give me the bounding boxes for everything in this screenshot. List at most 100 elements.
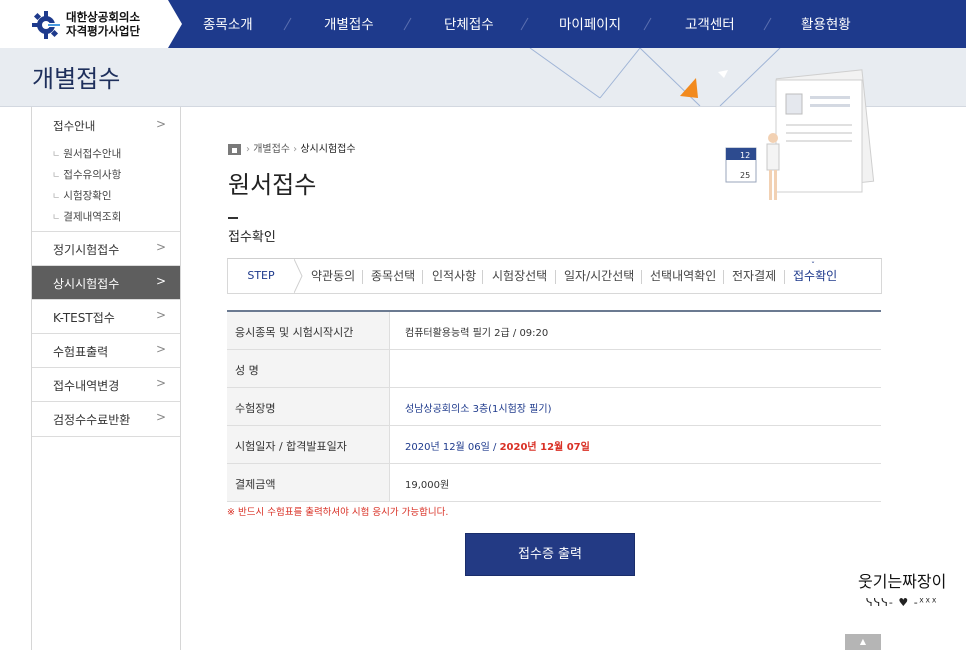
- logo-line-2: 자격평가사업단: [66, 24, 141, 38]
- step-divider: [422, 270, 423, 284]
- title-dash: [228, 217, 238, 219]
- chevron-right-icon: >: [155, 308, 166, 322]
- logo-text: 대한상공회의소 자격평가사업단: [66, 10, 140, 38]
- step-item: 인적사항: [432, 269, 477, 283]
- banner-title: 개별접수: [32, 65, 121, 93]
- svg-text:12: 12: [740, 151, 750, 160]
- logo-notch: [168, 0, 182, 48]
- logo-area[interactable]: 대한상공회의소 자격평가사업단: [0, 0, 168, 48]
- breadcrumb-level-1[interactable]: 개별접수: [253, 144, 290, 155]
- sidebar-sub-item[interactable]: ㄴ 시험장확인: [52, 188, 112, 203]
- home-icon[interactable]: [228, 143, 241, 155]
- chevron-right-icon: >: [155, 342, 166, 356]
- row-value: 컴퓨터활용능력 필기 2급 / 09:20: [405, 328, 549, 339]
- sidebar-sub-item[interactable]: ㄴ 접수유의사항: [52, 167, 121, 182]
- logo-line-1: 대한상공회의소: [66, 10, 141, 24]
- nav-customer-center[interactable]: 고객센터: [685, 0, 735, 48]
- sidebar-item-label: 검정수수료반환: [53, 413, 131, 427]
- sidebar-sub-item[interactable]: ㄴ 원서접수안내: [52, 146, 121, 161]
- left-sidebar: 접수안내 > ㄴ 원서접수안내 ㄴ 접수유의사항 ㄴ 시험장확인 ㄴ 결제내역조회 정기…: [31, 107, 181, 650]
- table-row: 수험장명 성남상공회의소 3층(1시험장 필기): [227, 388, 881, 426]
- current-step-marker-icon: ˇ: [811, 261, 815, 270]
- row-value: 19,000원: [405, 480, 450, 491]
- sub-bullet-icon: ㄴ: [52, 171, 61, 181]
- nav-separator: [643, 17, 652, 31]
- step-label: STEP: [228, 259, 294, 293]
- nav-usage-status[interactable]: 활용현황: [801, 0, 851, 48]
- row-label: 응시종목 및 시험시작시간: [235, 326, 354, 339]
- sidebar-item-print-ticket[interactable]: 수험표출력 >: [32, 333, 180, 368]
- sidebar-item-label: 접수내역변경: [53, 379, 120, 393]
- step-divider: [641, 270, 642, 284]
- exam-date: 2020년 12월 06일 /: [405, 442, 500, 453]
- sidebar-item-change-registration[interactable]: 접수내역변경 >: [32, 367, 180, 402]
- step-item: 약관동의: [311, 269, 356, 283]
- step-divider: [482, 270, 483, 284]
- nav-separator: [763, 17, 772, 31]
- sidebar-group-title[interactable]: 접수안내: [53, 118, 95, 134]
- row-label: 결제금액: [235, 478, 276, 491]
- registration-steps: STEP 약관동의 종목선택 인적사항 시험장선택 일자/시간선택 선택내역확인…: [227, 258, 882, 294]
- nav-mypage[interactable]: 마이페이지: [559, 0, 621, 48]
- sub-bullet-icon: ㄴ: [52, 213, 61, 223]
- table-header-cell: 시험일자 / 합격발표일자: [227, 426, 390, 463]
- step-divider: [362, 270, 363, 284]
- table-header-cell: 결제금액: [227, 464, 390, 501]
- nav-separator: [520, 17, 529, 31]
- breadcrumb-level-2[interactable]: 상시시험접수: [300, 144, 355, 155]
- sidebar-sub-label: 시험장확인: [63, 190, 112, 202]
- sub-bullet-icon: ㄴ: [52, 150, 61, 160]
- row-label: 수험장명: [235, 402, 276, 415]
- nav-separator: [283, 17, 292, 31]
- sidebar-item-label: K-TEST접수: [53, 311, 115, 325]
- sidebar-item-label: 상시시험접수: [53, 277, 120, 291]
- chevron-right-icon: >: [155, 410, 166, 424]
- row-label: 성 명: [235, 364, 259, 377]
- watermark-text: 웃기는짜장이: [858, 572, 947, 591]
- step-item-current: 접수확인: [793, 269, 838, 283]
- step-arrow-icon: [294, 259, 303, 293]
- table-row: 결제금액 19,000원: [227, 464, 881, 502]
- sidebar-sub-label: 접수유의사항: [63, 169, 122, 181]
- svg-text:25: 25: [740, 171, 750, 180]
- scroll-top-button[interactable]: ▲: [845, 634, 881, 650]
- chevron-right-icon: >: [155, 274, 166, 288]
- print-notice: ※ 반드시 수험표를 출력하셔야 시험 응시가 가능합니다.: [227, 507, 449, 518]
- chevron-right-icon: >: [155, 240, 166, 254]
- page-title: 원서접수: [228, 171, 317, 199]
- sidebar-item-label: 정기시험접수: [53, 243, 120, 257]
- step-divider: [784, 270, 785, 284]
- section-title: 접수확인: [228, 230, 276, 245]
- step-item: 종목선택: [371, 269, 416, 283]
- sidebar-sub-item[interactable]: ㄴ 결제내역조회: [52, 209, 121, 224]
- sidebar-item-fee-refund[interactable]: 검정수수료반환 >: [32, 401, 180, 437]
- sidebar-item-label: 수험표출력: [53, 345, 109, 359]
- print-receipt-button[interactable]: 접수증 출력: [465, 533, 635, 576]
- step-divider: [723, 270, 724, 284]
- gear-logo-icon: [32, 11, 60, 39]
- sidebar-item-regular-exam[interactable]: 정기시험접수 >: [32, 231, 180, 266]
- table-header-cell: 성 명: [227, 350, 390, 387]
- table-row: 응시종목 및 시험시작시간 컴퓨터활용능력 필기 2급 / 09:20: [227, 312, 881, 350]
- step-item: 시험장선택: [492, 269, 548, 283]
- step-item: 선택내역확인: [650, 269, 717, 283]
- sidebar-sub-label: 결제내역조회: [63, 211, 122, 223]
- table-row: 성 명: [227, 350, 881, 388]
- chevron-right-icon: >: [155, 376, 166, 390]
- nav-individual-registration[interactable]: 개별접수: [324, 0, 374, 48]
- breadcrumb: › 개별접수 › 상시시험접수: [228, 140, 356, 155]
- table-header-cell: 응시종목 및 시험시작시간: [227, 312, 390, 349]
- watermark-decoration: ᓭᓭᓭ- ♥ -ᕽᕽᕽ: [866, 596, 938, 609]
- nav-product-info[interactable]: 종목소개: [203, 0, 253, 48]
- table-header-cell: 수험장명: [227, 388, 390, 425]
- top-navigation-bar: 대한상공회의소 자격평가사업단 종목소개 개별접수 단체접수 마이페이지 고객센…: [0, 0, 966, 48]
- sub-bullet-icon: ㄴ: [52, 192, 61, 202]
- step-item: 전자결제: [732, 269, 777, 283]
- row-value: 2020년 12월 06일 / 2020년 12월 07일: [405, 438, 590, 453]
- sidebar-item-ondemand-exam[interactable]: 상시시험접수 >: [32, 265, 180, 300]
- chevron-right-icon: >: [155, 117, 166, 131]
- sidebar-item-ktest[interactable]: K-TEST접수 >: [32, 299, 180, 334]
- step-item: 일자/시간선택: [564, 269, 635, 283]
- nav-group-registration[interactable]: 단체접수: [444, 0, 494, 48]
- nav-separator: [403, 17, 412, 31]
